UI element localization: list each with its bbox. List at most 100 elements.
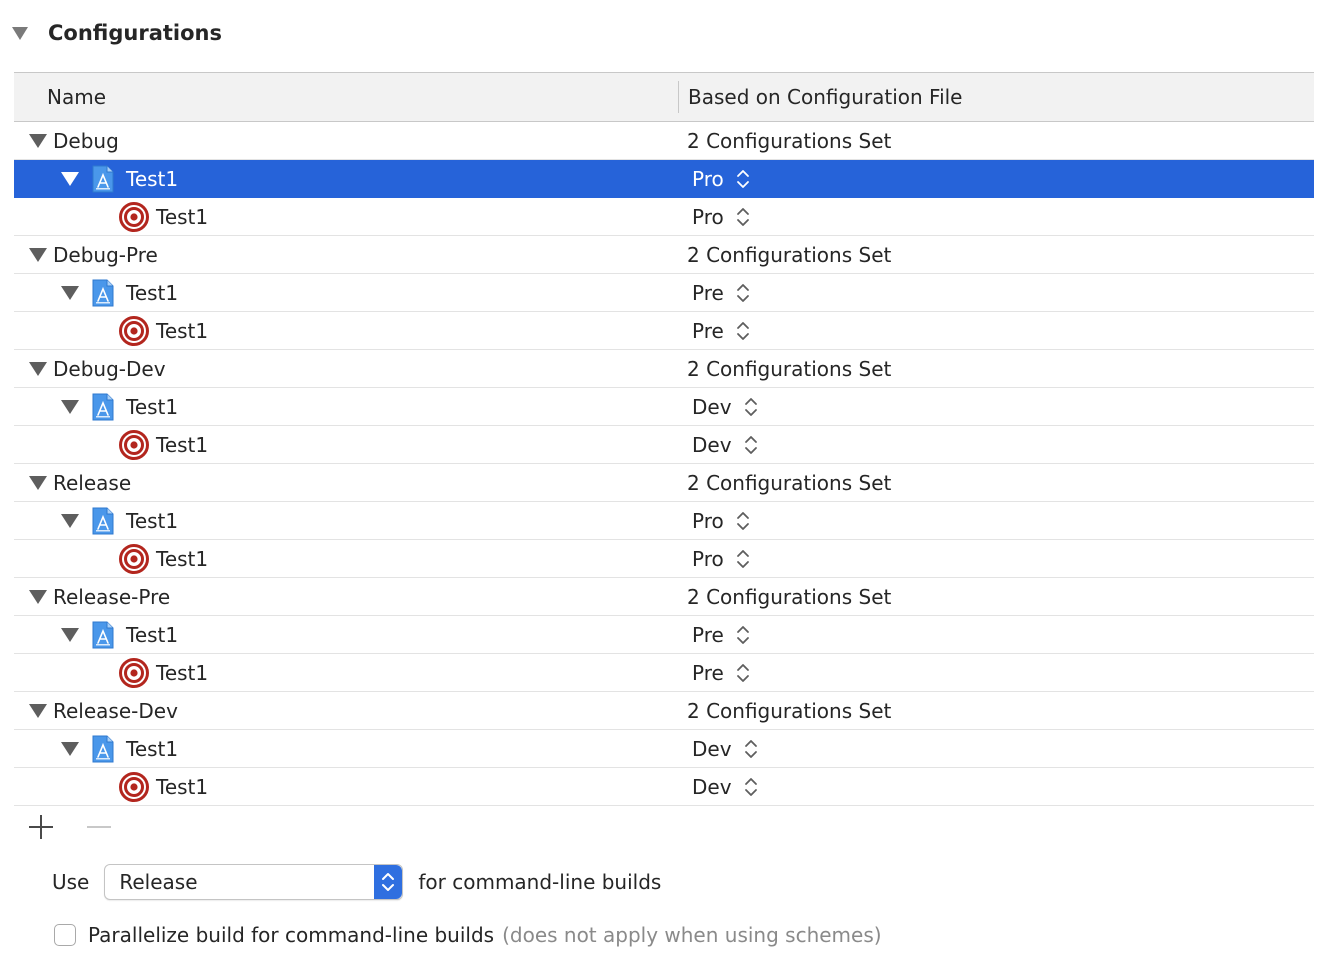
target-name: Test1 — [156, 774, 209, 799]
config-summary: 2 Configurations Set — [687, 356, 892, 381]
config-file-popup[interactable]: Pro — [687, 198, 750, 235]
parallelize-row: Parallelize build for command-line build… — [54, 920, 882, 950]
project-name: Test1 — [126, 508, 179, 533]
config-file-value: Pre — [692, 280, 724, 305]
table-row[interactable]: Debug-Pre 2 Configurations Set — [14, 236, 1314, 274]
up-down-chevron-icon — [736, 510, 750, 532]
disclosure-triangle-icon[interactable] — [61, 399, 79, 414]
table-row[interactable]: Test1 Pro — [14, 160, 1314, 198]
disclosure-triangle-icon[interactable] — [29, 475, 47, 490]
config-summary: 2 Configurations Set — [687, 128, 892, 153]
disclosure-triangle-icon[interactable] — [61, 285, 79, 300]
config-file-popup[interactable]: Dev — [687, 730, 758, 767]
config-file-value: Pre — [692, 622, 724, 647]
table-row[interactable]: Release 2 Configurations Set — [14, 464, 1314, 502]
up-down-chevron-icon — [736, 206, 750, 228]
configurations-header[interactable]: Configurations — [12, 16, 222, 50]
table-row[interactable]: Test1 Pre — [14, 274, 1314, 312]
config-file-value: Pro — [692, 166, 724, 191]
up-down-chevron-icon — [736, 282, 750, 304]
config-file-popup[interactable]: Dev — [687, 388, 758, 425]
config-name: Release — [53, 470, 132, 495]
config-summary: 2 Configurations Set — [687, 470, 892, 495]
section-title: Configurations — [48, 21, 222, 45]
disclosure-triangle-icon[interactable] — [29, 361, 47, 376]
target-name: Test1 — [156, 546, 209, 571]
xcode-project-icon — [91, 165, 115, 193]
table-row[interactable]: Test1 Pre — [14, 312, 1314, 350]
command-line-config-popup[interactable]: Release — [104, 864, 404, 900]
table-row[interactable]: Test1 Pro — [14, 540, 1314, 578]
up-down-chevron-icon — [744, 396, 758, 418]
minus-icon[interactable] — [86, 814, 112, 840]
table-row[interactable]: Test1 Pre — [14, 616, 1314, 654]
config-name: Release-Dev — [53, 698, 178, 723]
use-label: Use — [52, 870, 90, 894]
target-icon — [119, 201, 149, 232]
up-down-chevron-icon — [374, 865, 403, 899]
table-row[interactable]: Release-Pre 2 Configurations Set — [14, 578, 1314, 616]
disclosure-triangle-icon[interactable] — [29, 247, 47, 262]
up-down-chevron-icon — [744, 434, 758, 456]
table-row[interactable]: Test1 Dev — [14, 388, 1314, 426]
xcode-project-icon — [91, 393, 115, 421]
disclosure-triangle-icon[interactable] — [61, 513, 79, 528]
table-row[interactable]: Debug-Dev 2 Configurations Set — [14, 350, 1314, 388]
disclosure-triangle-icon[interactable] — [12, 26, 28, 40]
config-file-popup[interactable]: Pre — [687, 654, 750, 691]
config-summary: 2 Configurations Set — [687, 698, 892, 723]
disclosure-triangle-icon[interactable] — [61, 171, 79, 186]
config-file-value: Dev — [692, 432, 732, 457]
config-file-value: Dev — [692, 394, 732, 419]
config-name: Debug-Dev — [53, 356, 166, 381]
xcode-project-icon — [91, 621, 115, 649]
up-down-chevron-icon — [736, 662, 750, 684]
column-divider[interactable] — [678, 81, 679, 113]
config-file-popup[interactable]: Pro — [687, 502, 750, 539]
table-row[interactable]: Release-Dev 2 Configurations Set — [14, 692, 1314, 730]
table-row[interactable]: Test1 Pro — [14, 502, 1314, 540]
up-down-chevron-icon — [736, 548, 750, 570]
configurations-table: Name Based on Configuration File Debug 2 … — [14, 72, 1314, 806]
disclosure-triangle-icon[interactable] — [29, 703, 47, 718]
up-down-chevron-icon — [736, 624, 750, 646]
target-icon — [119, 771, 149, 802]
config-file-popup[interactable]: Pre — [687, 616, 750, 653]
table-row[interactable]: Test1 Dev — [14, 730, 1314, 768]
disclosure-triangle-icon[interactable] — [29, 589, 47, 604]
table-body: Debug 2 Configurations Set Test1 Pro Test1 Pr… — [14, 122, 1314, 806]
table-row[interactable]: Test1 Pre — [14, 654, 1314, 692]
disclosure-triangle-icon[interactable] — [61, 741, 79, 756]
parallelize-note: (does not apply when using schemes) — [502, 923, 882, 947]
disclosure-triangle-icon[interactable] — [29, 133, 47, 148]
target-name: Test1 — [156, 318, 209, 343]
project-name: Test1 — [126, 280, 179, 305]
config-file-value: Pro — [692, 546, 724, 571]
config-name: Debug-Pre — [53, 242, 158, 267]
parallelize-checkbox[interactable] — [54, 924, 76, 946]
config-name: Release-Pre — [53, 584, 171, 609]
target-name: Test1 — [156, 432, 209, 457]
plus-icon[interactable] — [28, 814, 54, 840]
config-file-value: Dev — [692, 736, 732, 761]
up-down-chevron-icon — [744, 738, 758, 760]
table-row[interactable]: Test1 Dev — [14, 426, 1314, 464]
config-file-popup[interactable]: Pro — [687, 540, 750, 577]
parallelize-label[interactable]: Parallelize build for command-line build… — [88, 923, 494, 947]
target-name: Test1 — [156, 204, 209, 229]
config-file-popup[interactable]: Dev — [687, 426, 758, 463]
config-file-popup[interactable]: Dev — [687, 768, 758, 805]
table-row[interactable]: Test1 Pro — [14, 198, 1314, 236]
config-file-value: Pro — [692, 204, 724, 229]
column-header-config-file[interactable]: Based on Configuration File — [688, 73, 962, 121]
table-row[interactable]: Test1 Dev — [14, 768, 1314, 806]
disclosure-triangle-icon[interactable] — [61, 627, 79, 642]
config-file-popup[interactable]: Pro — [687, 160, 750, 197]
column-header-name[interactable]: Name — [47, 73, 106, 121]
target-icon — [119, 315, 149, 346]
config-file-popup[interactable]: Pre — [687, 274, 750, 311]
config-file-value: Pro — [692, 508, 724, 533]
target-icon — [119, 543, 149, 574]
table-row[interactable]: Debug 2 Configurations Set — [14, 122, 1314, 160]
config-file-popup[interactable]: Pre — [687, 312, 750, 349]
